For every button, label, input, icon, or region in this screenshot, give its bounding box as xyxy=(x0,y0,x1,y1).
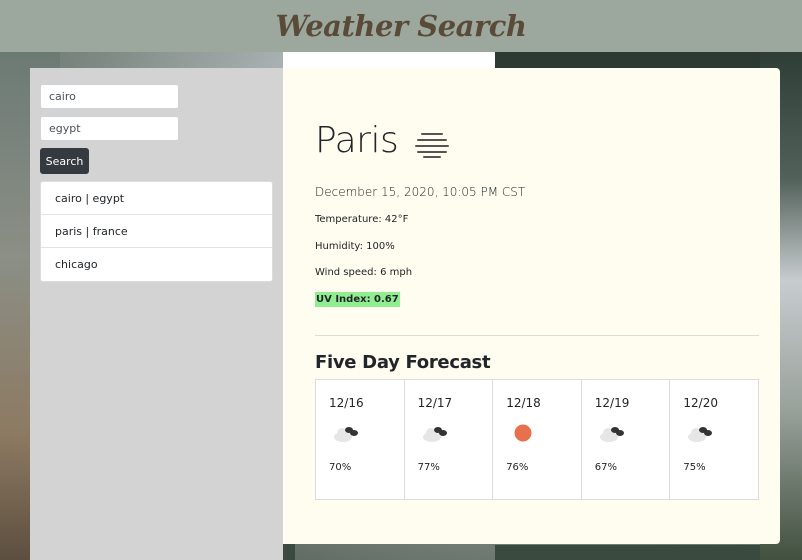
mist-icon xyxy=(415,132,450,158)
city-name: Paris xyxy=(315,120,399,161)
background-image-bottom-right xyxy=(495,545,760,560)
forecast-humidity: 67% xyxy=(594,462,618,473)
temperature-text: Temperature: 42°F xyxy=(315,214,409,225)
history-item[interactable]: paris | france xyxy=(41,215,272,248)
background-image-strip xyxy=(283,52,495,68)
forecast-humidity: 70% xyxy=(329,462,352,473)
humidity-text: Humidity: 100% xyxy=(315,241,395,252)
forecast-card: 12/16 70% xyxy=(316,380,405,499)
partly-cloudy-icon xyxy=(688,427,713,442)
forecast-date: 12/18 xyxy=(506,396,541,410)
search-sidebar: Search cairo | egypt paris | france chic… xyxy=(30,68,283,560)
uv-index-badge: UV Index: 0.67 xyxy=(315,292,400,307)
partly-cloudy-icon xyxy=(599,427,624,442)
forecast-date: 12/20 xyxy=(683,396,718,410)
current-city-row: Paris xyxy=(315,120,450,161)
current-datetime: December 15, 2020, 10:05 PM CST xyxy=(315,185,526,199)
page-title: Weather Search xyxy=(275,9,527,43)
search-button[interactable]: Search xyxy=(40,148,89,174)
partly-cloudy-icon xyxy=(334,427,358,442)
forecast-row: 12/16 70% 12/17 77% 12/18 76% 12/19 67% … xyxy=(315,379,759,500)
forecast-card: 12/20 75% xyxy=(670,380,758,499)
forecast-date: 12/17 xyxy=(417,396,453,410)
forecast-humidity: 75% xyxy=(683,462,706,473)
forecast-card: 12/17 77% xyxy=(405,380,494,499)
forecast-date: 12/16 xyxy=(329,396,364,410)
sun-icon xyxy=(514,424,532,442)
background-image-strip-dark xyxy=(495,52,760,68)
partly-cloudy-icon xyxy=(422,427,447,442)
country-input[interactable] xyxy=(40,116,179,141)
page-header: Weather Search xyxy=(0,0,802,52)
city-input[interactable] xyxy=(40,84,179,109)
history-item[interactable]: chicago xyxy=(41,248,272,281)
forecast-card: 12/19 67% xyxy=(582,380,671,499)
forecast-humidity: 77% xyxy=(417,462,440,473)
search-history-list: cairo | egypt paris | france chicago xyxy=(40,181,273,282)
forecast-card: 12/18 76% xyxy=(493,380,582,499)
divider xyxy=(315,335,759,336)
forecast-humidity: 76% xyxy=(506,462,529,473)
weather-panel: Paris December 15, 2020, 10:05 PM CST Te… xyxy=(283,68,780,544)
forecast-date: 12/19 xyxy=(594,396,630,410)
history-item[interactable]: cairo | egypt xyxy=(41,182,272,215)
wind-speed-text: Wind speed: 6 mph xyxy=(315,267,413,278)
forecast-title: Five Day Forecast xyxy=(315,352,491,373)
